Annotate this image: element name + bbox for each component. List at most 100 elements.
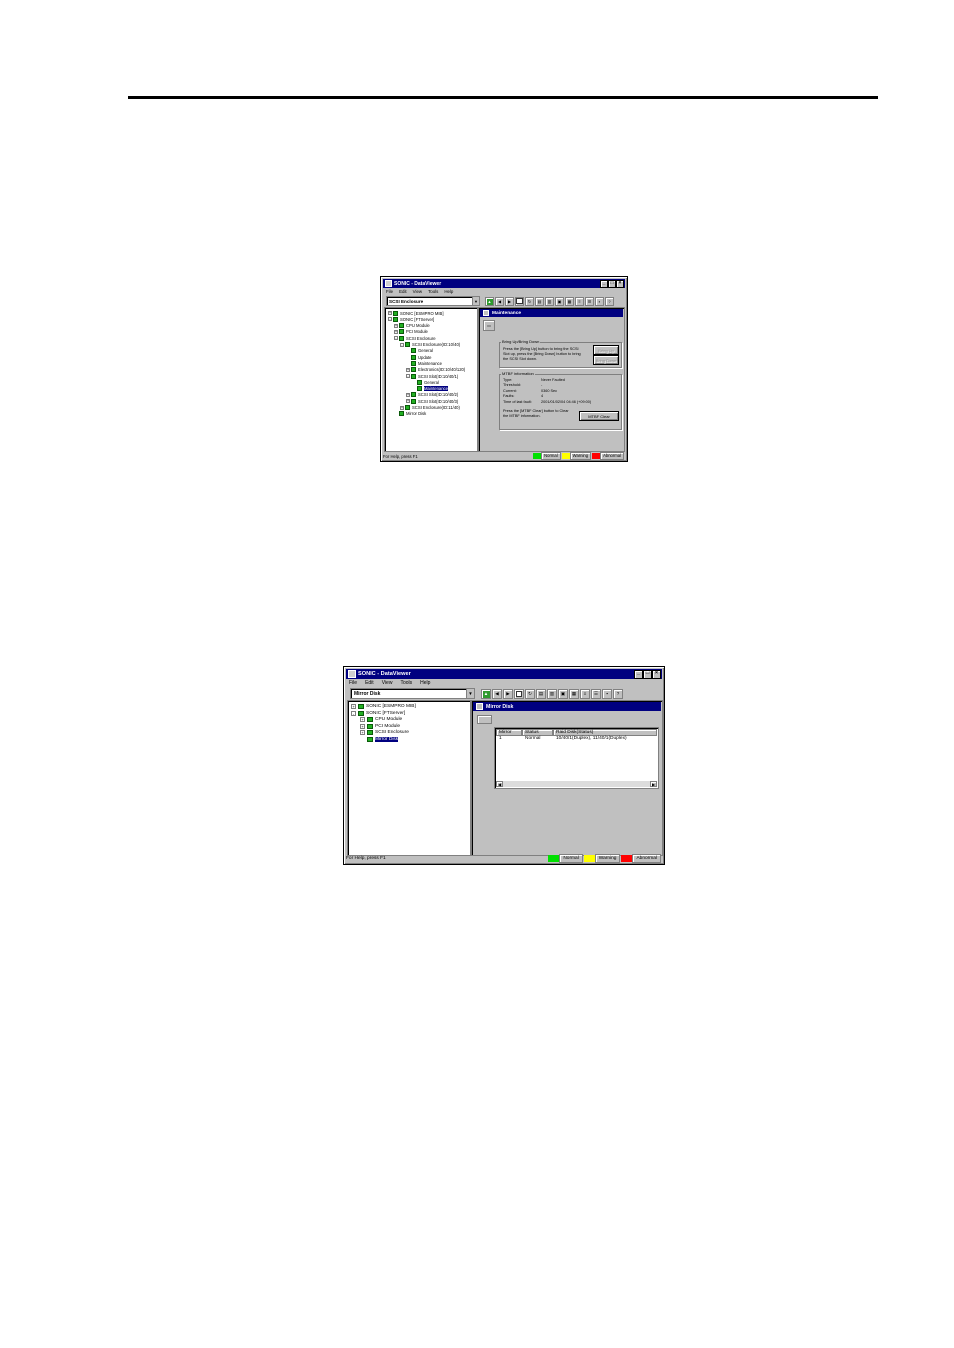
menu-edit[interactable]: Edit: [399, 289, 407, 295]
tree-item[interactable]: + SCSI Slot(ID:10/40/2): [406, 392, 458, 398]
chevron-down-icon[interactable]: ▼: [466, 689, 474, 698]
tree-item[interactable]: Mirror Disk: [394, 411, 426, 417]
minimize-button[interactable]: _: [634, 669, 643, 679]
properties-icon[interactable]: ▣: [558, 688, 568, 699]
location-combo[interactable]: Mirror Disk ▼: [350, 688, 475, 699]
menu-file[interactable]: File: [386, 289, 393, 295]
collapse-icon[interactable]: -: [406, 374, 410, 378]
bring-down-button[interactable]: Bring Down: [593, 355, 619, 365]
maximize-button[interactable]: □: [643, 669, 652, 679]
legend-abnormal: Abnormal: [600, 452, 624, 460]
menu-file[interactable]: File: [349, 680, 357, 687]
details-view-icon[interactable]: ☰: [585, 296, 594, 306]
print-preview-icon[interactable]: ▥: [547, 688, 557, 699]
small-icons-icon[interactable]: ▪: [602, 688, 612, 699]
expand-icon[interactable]: +: [360, 723, 365, 729]
collapse-icon[interactable]: -: [388, 317, 392, 322]
forward-icon[interactable]: ▶: [505, 296, 514, 306]
close-button[interactable]: ×: [616, 279, 624, 288]
expand-icon[interactable]: +: [400, 405, 404, 410]
tree-item[interactable]: - SCSI Enclosure: [394, 335, 436, 341]
title-bar[interactable]: SONIC - DataViewer _ □ ×: [346, 669, 662, 679]
expand-icon[interactable]: +: [406, 399, 410, 404]
column-status[interactable]: Status: [522, 729, 553, 736]
menu-tools[interactable]: Tools: [400, 680, 412, 687]
tree-item[interactable]: Maintenance: [406, 360, 442, 366]
collapse-icon[interactable]: -: [351, 710, 356, 716]
print-icon[interactable]: ▤: [536, 688, 546, 699]
title-bar[interactable]: SONIC - DataViewer _ □ ×: [383, 279, 625, 288]
scroll-left-icon[interactable]: ◀: [496, 781, 503, 787]
tree-item[interactable]: + PCI Module: [394, 329, 428, 335]
graph-icon[interactable]: [514, 688, 524, 699]
menu-view[interactable]: View: [382, 680, 393, 687]
collapse-icon[interactable]: -: [394, 336, 398, 341]
small-icons-icon[interactable]: ▪: [595, 296, 604, 306]
expand-icon[interactable]: +: [406, 392, 410, 397]
column-raid-disk[interactable]: Raid Disk(Status): [553, 729, 657, 736]
horizontal-scrollbar[interactable]: ◀ ▶: [496, 781, 657, 787]
expand-icon[interactable]: +: [360, 717, 365, 723]
node-status-icon: [411, 392, 416, 398]
expand-icon[interactable]: +: [394, 329, 398, 334]
print-preview-icon[interactable]: ▥: [545, 296, 554, 306]
tree-item[interactable]: + SONIC [ESMPRO MIB]: [388, 310, 444, 316]
mtbf-clear-button[interactable]: MTBF Clear: [579, 411, 619, 421]
tree-item[interactable]: + Electronics(ID:10/40/120): [406, 367, 465, 373]
bring-up-button[interactable]: Bring Up: [593, 345, 619, 355]
help-icon[interactable]: ?: [605, 296, 614, 306]
list-view-icon[interactable]: ≡: [580, 688, 590, 699]
list-view-icon[interactable]: ≡: [575, 296, 584, 306]
menu-edit[interactable]: Edit: [365, 680, 374, 687]
chevron-down-icon[interactable]: ▼: [472, 297, 479, 305]
details-view-icon[interactable]: ☰: [591, 688, 601, 699]
back-icon[interactable]: ◀: [495, 296, 504, 306]
print-icon[interactable]: ▤: [535, 296, 544, 306]
up-folder-icon[interactable]: ▲: [485, 296, 494, 306]
refresh-icon[interactable]: ↻: [525, 688, 535, 699]
refresh-icon[interactable]: ↻: [525, 296, 534, 306]
graph-icon[interactable]: [515, 296, 524, 306]
tree-item-label: SCSI Enclosure: [406, 335, 436, 341]
large-icons-icon[interactable]: ▦: [565, 296, 574, 306]
column-mirror[interactable]: Mirror: [496, 729, 522, 736]
tree-item[interactable]: General: [412, 379, 439, 385]
expand-icon[interactable]: +: [351, 704, 356, 709]
tree-item[interactable]: + SCSI Slot(ID:10/40/3): [406, 398, 458, 404]
tree-pane[interactable]: + SONIC [ESMPRO MIB] - SONIC [FTServer] + CPU…: [384, 307, 478, 452]
table-row[interactable]: 1 Normal 10/40/1(Duplex), 11/40/1(Duplex…: [496, 736, 657, 742]
expand-icon[interactable]: +: [388, 311, 392, 315]
menu-help[interactable]: Help: [420, 680, 430, 687]
scroll-right-icon[interactable]: ▶: [650, 781, 657, 787]
tree-pane[interactable]: + SONIC [ESMPRO MIB] - SONIC [FTServer] + CPU…: [347, 700, 471, 856]
close-button[interactable]: ×: [652, 669, 661, 679]
help-icon[interactable]: ?: [613, 688, 623, 699]
mirror-list[interactable]: Mirror Status Raid Disk(Status) 1 Normal…: [494, 727, 659, 789]
large-icons-icon[interactable]: ▦: [569, 688, 579, 699]
tree-item-label: Electronics(ID:10/40/120): [418, 367, 466, 373]
tree-item[interactable]: - SCSI Enclosure(ID:10/40): [400, 342, 460, 348]
minimize-button[interactable]: _: [600, 279, 608, 288]
tree-item[interactable]: Mirror Disk: [360, 736, 399, 743]
menu-tools[interactable]: Tools: [428, 289, 438, 295]
properties-icon[interactable]: ▣: [555, 296, 564, 306]
maximize-button[interactable]: □: [608, 279, 616, 288]
menu-help[interactable]: Help: [444, 289, 453, 295]
collapse-icon[interactable]: -: [400, 342, 404, 347]
expand-icon[interactable]: +: [406, 367, 410, 372]
forward-icon[interactable]: ▶: [503, 688, 513, 699]
tree-item[interactable]: + SCSI Enclosure(ID:11/40): [400, 405, 460, 411]
tree-item[interactable]: - SCSI Slot(ID:10/40/1): [406, 373, 458, 379]
tree-item[interactable]: General: [406, 348, 433, 354]
expand-icon[interactable]: +: [394, 323, 398, 328]
menu-view[interactable]: View: [413, 289, 422, 295]
expand-icon[interactable]: +: [360, 730, 365, 736]
back-icon[interactable]: ◀: [492, 688, 502, 699]
location-combo[interactable]: SCSI Enclosure ▼: [386, 296, 480, 306]
tree-item[interactable]: - SONIC [FTServer]: [388, 316, 434, 322]
mtbf-last-fault-value: 2001/01/02/04 04:46 (+09:00): [541, 400, 592, 404]
up-folder-icon[interactable]: ▲: [481, 688, 491, 699]
tree-item[interactable]: Maintenance: [412, 386, 448, 392]
tree-item[interactable]: + CPU Module: [394, 323, 430, 329]
tree-item[interactable]: Update: [406, 354, 432, 360]
